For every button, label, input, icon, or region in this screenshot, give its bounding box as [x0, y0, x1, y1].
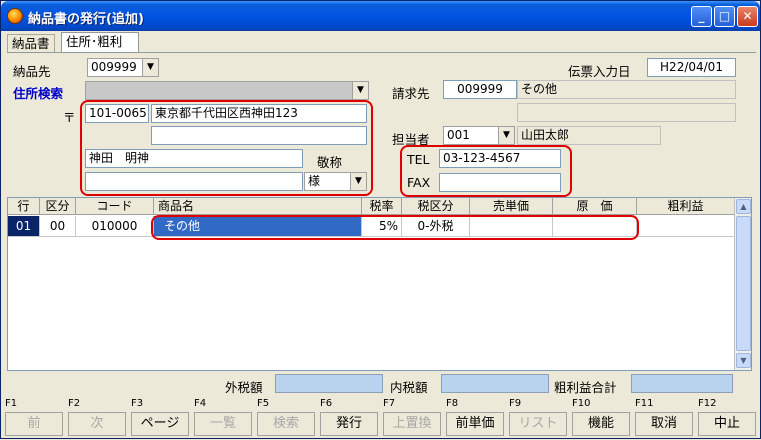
gross-total-label: 粗利益合計 [554, 380, 617, 395]
chevron-down-icon[interactable]: ▼ [498, 127, 514, 144]
cell-line: 01 [8, 216, 40, 236]
chevron-down-icon[interactable]: ▼ [352, 82, 368, 99]
postal-symbol: 〒 [63, 110, 76, 125]
cell-category[interactable]: 00 [40, 216, 76, 236]
address-search-select[interactable]: ▼ [85, 81, 369, 100]
col-header-tax-rate: 税率 [362, 198, 402, 215]
contact-name-field: 山田太郎 [517, 126, 661, 145]
cell-product[interactable]: その他 [154, 216, 362, 236]
next-button[interactable]: 次 [68, 412, 126, 436]
title-bar[interactable]: 納品書の発行(追加) _ □ ✕ [1, 1, 760, 31]
cell-code[interactable]: 010000 [76, 216, 154, 236]
address2-field[interactable] [151, 126, 367, 145]
function-button[interactable]: 機能 [572, 412, 630, 436]
fkey-number: F5 [257, 398, 270, 409]
col-header-cost: 原 価 [553, 198, 637, 215]
fkey-number: F8 [446, 398, 459, 409]
scroll-thumb[interactable] [736, 216, 751, 351]
honorific-label: 敬称 [317, 155, 343, 170]
maximize-button[interactable]: □ [714, 6, 735, 27]
billing-name-field: その他 [517, 80, 736, 99]
outer-tax-field [275, 374, 383, 393]
issue-button[interactable]: 発行 [320, 412, 378, 436]
delivery-to-label: 納品先 [13, 64, 51, 79]
minimize-button[interactable]: _ [691, 6, 712, 27]
col-header-unit-price: 売単価 [470, 198, 553, 215]
tab-address-profit[interactable]: 住所･粗利 [61, 32, 139, 52]
grid-header: 行 区分 コード 商品名 税率 税区分 売単価 原 価 粗利益 [8, 198, 735, 215]
address1-field[interactable]: 東京都千代田区西神田123 [151, 104, 367, 123]
tab-invoice[interactable]: 納品書 [7, 34, 55, 52]
function-key-bar: F1 前 F2 次 F3 ページ F4 一覧 F5 検索 F6 発行 F7 上置換 F8 前単価… [1, 398, 761, 440]
billing-label: 請求先 [392, 86, 430, 101]
outer-tax-label: 外税額 [225, 380, 263, 395]
col-header-gross-profit: 粗利益 [637, 198, 735, 215]
cell-cost[interactable] [553, 216, 637, 236]
close-button[interactable]: ✕ [737, 6, 758, 27]
inner-tax-label: 内税額 [390, 380, 428, 395]
page-button[interactable]: ページ [131, 412, 189, 436]
line-items-grid[interactable]: 行 区分 コード 商品名 税率 税区分 売単価 原 価 粗利益 01 00 01… [7, 197, 752, 371]
fkey-number: F9 [509, 398, 522, 409]
tab-divider [7, 52, 756, 53]
fkey-number: F4 [194, 398, 207, 409]
cancel-button[interactable]: 取消 [635, 412, 693, 436]
fkey-number: F2 [68, 398, 81, 409]
app-icon [7, 8, 23, 24]
search-button[interactable]: 検索 [257, 412, 315, 436]
honorific-select[interactable]: 様 ▼ [304, 172, 367, 191]
chevron-down-icon[interactable]: ▼ [142, 59, 158, 76]
person-name-field[interactable]: 神田 明神 [85, 149, 303, 168]
list-view-button[interactable]: 一覧 [194, 412, 252, 436]
tel-field[interactable]: 03-123-4567 [439, 149, 561, 168]
chevron-down-icon[interactable]: ▼ [350, 173, 366, 190]
report-list-button[interactable]: リスト [509, 412, 567, 436]
col-header-code: コード [76, 198, 154, 215]
gross-total-field [631, 374, 733, 393]
prev-price-button[interactable]: 前単価 [446, 412, 504, 436]
fkey-number: F10 [572, 398, 591, 409]
fkey-number: F7 [383, 398, 396, 409]
tel-label: TEL [407, 152, 430, 167]
slip-date-label: 伝票入力日 [568, 64, 631, 79]
col-header-product: 商品名 [154, 198, 362, 215]
delivery-to-value: 009999 [91, 60, 137, 74]
fkey-number: F1 [5, 398, 18, 409]
contact-select[interactable]: 001 ▼ [443, 126, 515, 145]
slip-date-field[interactable]: H22/04/01 [647, 58, 736, 77]
fkey-number: F11 [635, 398, 654, 409]
vertical-scrollbar[interactable]: ▲ ▼ [734, 198, 751, 370]
col-header-category: 区分 [40, 198, 76, 215]
window-title: 納品書の発行(追加) [28, 12, 144, 27]
contact-label: 担当者 [392, 132, 430, 147]
replace-button[interactable]: 上置換 [383, 412, 441, 436]
table-row[interactable]: 01 00 010000 その他 5% 0-外税 [8, 216, 735, 237]
fax-label: FAX [407, 175, 431, 190]
address-search-label: 住所検索 [13, 86, 64, 101]
billing-code-field[interactable]: 009999 [443, 80, 517, 99]
col-header-tax-class: 税区分 [402, 198, 470, 215]
fkey-number: F6 [320, 398, 333, 409]
fkey-number: F12 [698, 398, 717, 409]
honorific-value: 様 [308, 174, 321, 188]
col-header-line: 行 [8, 198, 40, 215]
fkey-number: F3 [131, 398, 144, 409]
billing-name2-field [517, 103, 736, 122]
postal-code-field[interactable]: 101-0065 [85, 104, 149, 123]
delivery-to-select[interactable]: 009999 ▼ [87, 58, 159, 77]
cell-unit-price[interactable] [470, 216, 553, 236]
cell-tax-rate[interactable]: 5% [362, 216, 402, 236]
extra-line-field[interactable] [85, 172, 303, 191]
cell-tax-class[interactable]: 0-外税 [402, 216, 470, 236]
cell-gross-profit[interactable] [637, 216, 735, 236]
prev-button[interactable]: 前 [5, 412, 63, 436]
scroll-down-icon[interactable]: ▼ [736, 353, 751, 368]
contact-code: 001 [447, 128, 470, 142]
abort-button[interactable]: 中止 [698, 412, 756, 436]
inner-tax-field [441, 374, 549, 393]
app-window: 納品書の発行(追加) _ □ ✕ 納品書 住所･粗利 納品先 009999 ▼ … [0, 0, 761, 439]
scroll-up-icon[interactable]: ▲ [736, 199, 751, 214]
fax-field[interactable] [439, 173, 561, 192]
